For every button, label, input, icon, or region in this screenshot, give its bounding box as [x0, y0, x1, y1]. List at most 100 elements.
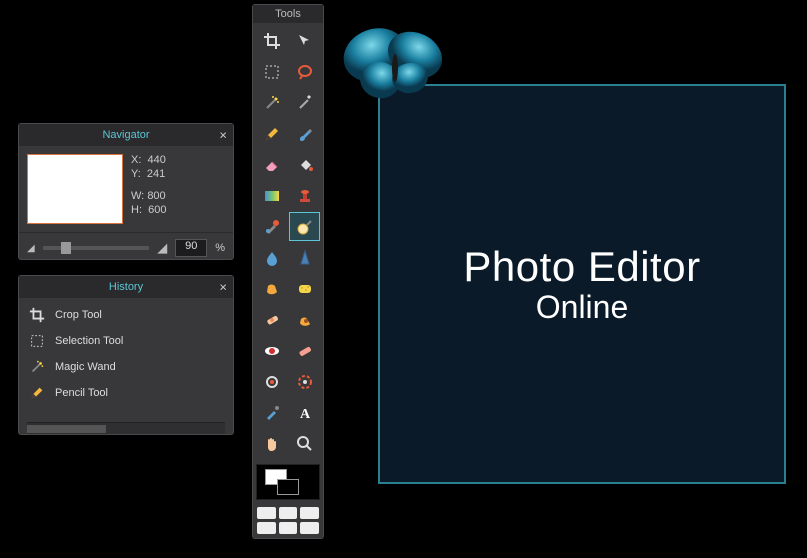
fill-icon — [296, 156, 314, 174]
pinch-tool[interactable] — [256, 367, 287, 396]
zoom-out-icon[interactable]: ◢ — [27, 243, 35, 254]
brand-title: Photo Editor — [463, 243, 700, 291]
stamp-icon — [296, 187, 314, 205]
crop-icon — [263, 32, 281, 50]
navigator-title: Navigator — [102, 129, 149, 141]
branding-card: Photo Editor Online — [378, 84, 786, 484]
smudge-tool[interactable] — [256, 274, 287, 303]
close-icon[interactable]: × — [219, 129, 227, 142]
zoom-unit: % — [215, 242, 225, 254]
color-swatch[interactable] — [256, 464, 320, 500]
stamp-tool[interactable] — [289, 181, 320, 210]
history-header: History × — [19, 276, 233, 298]
wand-tool[interactable] — [256, 88, 287, 117]
burn-icon — [296, 311, 314, 329]
redeye-tool[interactable] — [256, 336, 287, 365]
history-item-label: Crop Tool — [55, 309, 102, 321]
sharpen-icon — [296, 249, 314, 267]
crop-icon — [29, 306, 45, 324]
pencil-tool[interactable] — [256, 119, 287, 148]
history-item[interactable]: Selection Tool — [19, 328, 233, 354]
brush-tool[interactable] — [289, 119, 320, 148]
sharpen-tool[interactable] — [289, 243, 320, 272]
history-item-label: Magic Wand — [55, 361, 116, 373]
liquify-icon — [296, 373, 314, 391]
sponge-tool[interactable] — [289, 274, 320, 303]
history-title: History — [109, 281, 143, 293]
crop-tool[interactable] — [256, 26, 287, 55]
tools-title: Tools — [253, 5, 323, 23]
zoom-value-input[interactable]: 90 — [175, 239, 207, 257]
screen-mode-full[interactable] — [300, 507, 319, 519]
dodge-tool[interactable] — [289, 212, 320, 241]
zoom-slider[interactable] — [43, 246, 150, 250]
brush-icon — [296, 125, 314, 143]
tools-panel: Tools A — [252, 4, 324, 539]
screen-mode-full-menu[interactable] — [279, 507, 298, 519]
screen-mode-4[interactable] — [257, 522, 276, 534]
background-color[interactable] — [277, 479, 299, 495]
eyedropper-icon — [263, 404, 281, 422]
screen-mode-6[interactable] — [300, 522, 319, 534]
lasso-tool[interactable] — [289, 57, 320, 86]
zoom-in-icon[interactable]: ◢ — [157, 240, 167, 256]
redeye-icon — [263, 342, 281, 360]
gradient-tool[interactable] — [256, 181, 287, 210]
liquify-tool[interactable] — [289, 367, 320, 396]
marquee-icon — [29, 332, 45, 350]
color-replace-tool[interactable] — [256, 212, 287, 241]
close-icon[interactable]: × — [219, 281, 227, 294]
history-item-label: Pencil Tool — [55, 387, 108, 399]
dodge-icon — [296, 218, 314, 236]
w-label: W: — [131, 190, 144, 202]
marquee-icon — [263, 63, 281, 81]
pencil-icon — [263, 125, 281, 143]
screen-mode-standard[interactable] — [257, 507, 276, 519]
blur-icon — [263, 249, 281, 267]
zoom-bar: ◢ ◢ 90 % — [19, 232, 233, 263]
history-item[interactable]: Magic Wand — [19, 354, 233, 380]
screen-mode-buttons — [253, 503, 323, 538]
heal-tool[interactable] — [256, 305, 287, 334]
move-tool[interactable] — [289, 26, 320, 55]
x-label: X: — [131, 154, 141, 166]
navigator-coords: X: 440 Y: 241 W: 800 H: 600 — [131, 154, 166, 224]
history-item[interactable]: Crop Tool — [19, 302, 233, 328]
pencil-icon — [29, 384, 45, 402]
type-icon: A — [296, 404, 314, 422]
lasso-icon — [296, 63, 314, 81]
screen-mode-5[interactable] — [279, 522, 298, 534]
hand-tool[interactable] — [256, 429, 287, 458]
sponge-icon — [296, 280, 314, 298]
wand-icon — [29, 358, 45, 376]
marquee-tool[interactable] — [256, 57, 287, 86]
y-label: Y: — [131, 168, 141, 180]
history-panel: History × Crop Tool Selection Tool Magic W… — [18, 275, 234, 435]
wand-alt-icon — [296, 94, 314, 112]
navigator-thumbnail[interactable] — [27, 154, 123, 224]
type-tool[interactable]: A — [289, 398, 320, 427]
zoom-tool[interactable] — [289, 429, 320, 458]
navigator-panel: Navigator × X: 440 Y: 241 W: 800 H: 600 … — [18, 123, 234, 260]
h-label: H: — [131, 204, 142, 216]
spot-heal-tool[interactable] — [289, 336, 320, 365]
blur-tool[interactable] — [256, 243, 287, 272]
move-icon — [296, 32, 314, 50]
burn-tool[interactable] — [289, 305, 320, 334]
spot-heal-icon — [296, 342, 314, 360]
wand-alt-tool[interactable] — [289, 88, 320, 117]
fill-tool[interactable] — [289, 150, 320, 179]
zoom-icon — [296, 435, 314, 453]
eraser-icon — [263, 156, 281, 174]
eyedropper-tool[interactable] — [256, 398, 287, 427]
gradient-icon — [263, 187, 281, 205]
pinch-icon — [263, 373, 281, 391]
history-item[interactable]: Pencil Tool — [19, 380, 233, 406]
history-scrollbar[interactable] — [27, 422, 225, 434]
brand-subtitle: Online — [536, 289, 629, 326]
y-value: 241 — [147, 168, 165, 180]
heal-icon — [263, 311, 281, 329]
navigator-header: Navigator × — [19, 124, 233, 146]
eraser-tool[interactable] — [256, 150, 287, 179]
wand-icon — [263, 94, 281, 112]
